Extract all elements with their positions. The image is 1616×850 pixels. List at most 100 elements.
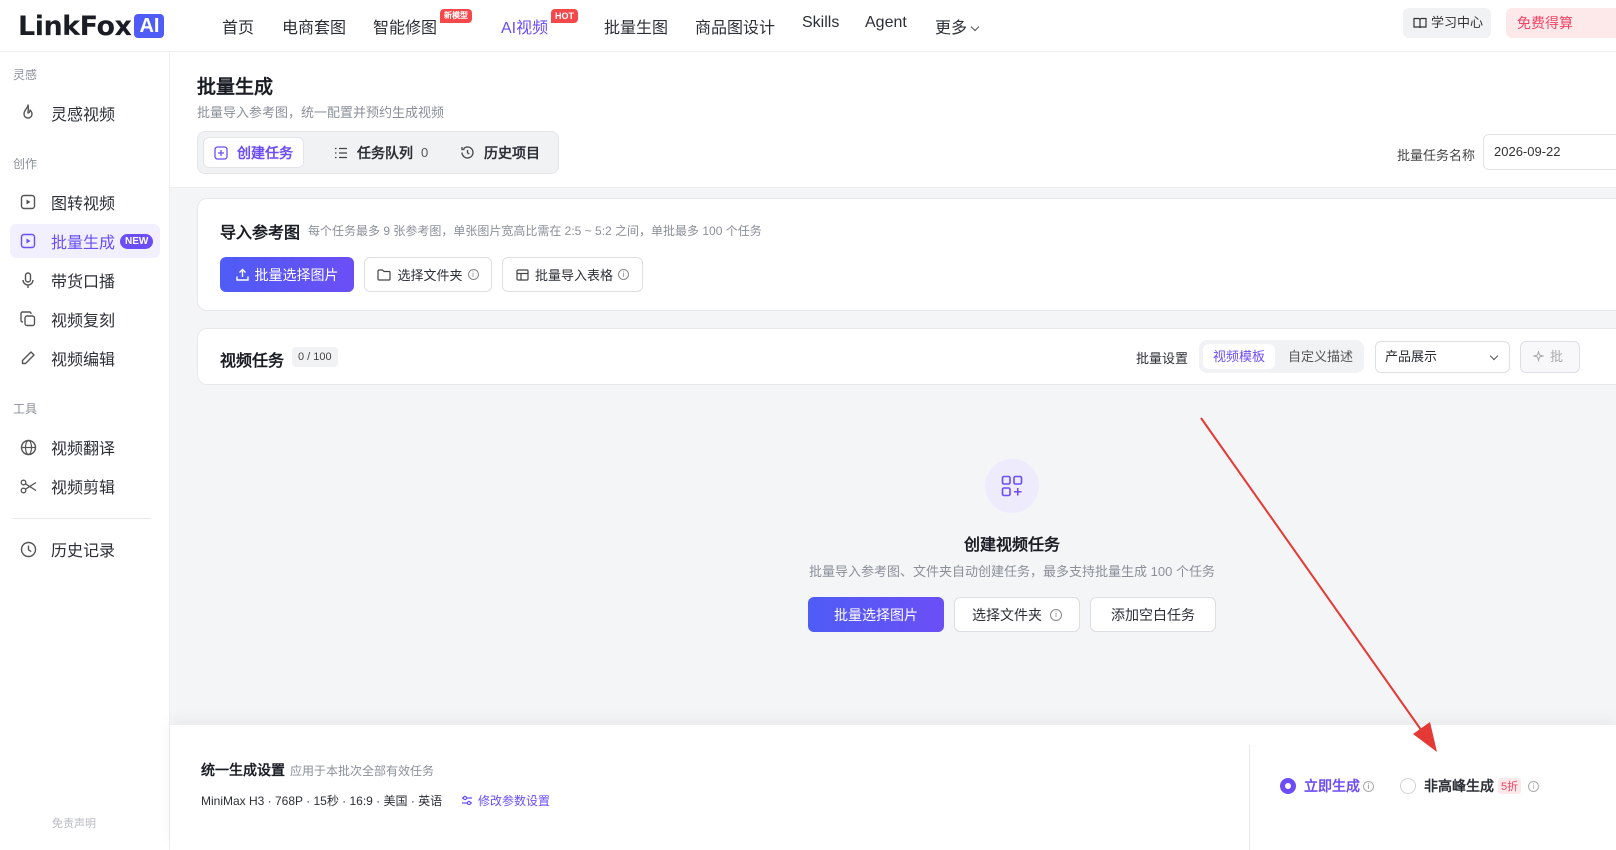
sliders-icon bbox=[461, 795, 473, 806]
logo[interactable]: LinkFox AI bbox=[18, 9, 165, 43]
history-icon bbox=[460, 145, 475, 160]
sidebar-item-video-cut[interactable]: 视频剪辑 bbox=[10, 469, 160, 503]
generation-params: MiniMax H3 · 768P · 15秒 · 16:9 · 美国 · 英语 bbox=[201, 794, 443, 808]
import-title: 导入参考图 bbox=[220, 225, 301, 242]
nav-skills[interactable]: Skills bbox=[802, 14, 839, 32]
modify-params-label: 修改参数设置 bbox=[478, 794, 551, 808]
batch-select-images-button[interactable]: 批量选择图片 bbox=[220, 257, 354, 292]
tab-label: 历史项目 bbox=[484, 144, 540, 161]
sidebar-item-label: 视频编辑 bbox=[51, 352, 116, 369]
list-icon bbox=[334, 147, 348, 159]
sidebar-item-live-selling[interactable]: 带货口播 bbox=[10, 263, 160, 297]
info-icon: i bbox=[467, 269, 479, 280]
tab-label: 任务队列 bbox=[357, 144, 413, 161]
info-icon: i bbox=[618, 269, 629, 280]
sidebar-item-label: 视频复刻 bbox=[51, 313, 116, 330]
add-blank-task-button[interactable]: 添加空白任务 bbox=[1090, 597, 1216, 632]
nav-more[interactable]: 更多 bbox=[935, 14, 980, 38]
nav-batch-images[interactable]: 批量生图 bbox=[604, 14, 668, 38]
hot-tag: HOT bbox=[551, 9, 578, 23]
nav-ecommerce-sets[interactable]: 电商套图 bbox=[282, 14, 346, 38]
sidebar-item-label: 视频剪辑 bbox=[51, 480, 116, 497]
disclaimer-link[interactable]: 免责声明 bbox=[52, 815, 96, 831]
learn-center-label: 学习中心 bbox=[1431, 15, 1484, 30]
unified-settings-bar: 统一生成设置 应用于本批次全部有效任务 MiniMax H3 · 768P · … bbox=[170, 724, 1616, 850]
tab-task-queue[interactable]: 任务队列 0 bbox=[324, 137, 438, 168]
select-folder-button[interactable]: 选择文件夹 i bbox=[364, 257, 492, 292]
sidebar-item-label: 批量生成 bbox=[51, 235, 116, 252]
ai-batch-button[interactable]: 批 bbox=[1520, 341, 1580, 373]
sidebar-divider bbox=[13, 518, 151, 519]
info-icon: i bbox=[1528, 780, 1540, 792]
chevron-down-icon bbox=[1489, 351, 1499, 361]
import-reference-card: 导入参考图 每个任务最多 9 张参考图，单张图片宽高比需在 2:5 ~ 5:2 … bbox=[197, 198, 1616, 311]
template-select-value: 产品展示 bbox=[1385, 349, 1438, 364]
copy-icon bbox=[18, 309, 38, 329]
table-icon bbox=[516, 268, 529, 281]
radio-label: 非高峰生成 bbox=[1424, 778, 1494, 794]
video-tasks-card: 视频任务 0 / 100 批量设置 视频模板 自定义描述 产品展示 批 bbox=[197, 328, 1616, 385]
radio-dot bbox=[1400, 778, 1416, 794]
scissors-icon bbox=[18, 476, 38, 496]
free-credits-button[interactable]: 免费得算 bbox=[1506, 8, 1616, 38]
pencil-icon bbox=[18, 348, 38, 368]
sidebar-item-video-replicate[interactable]: 视频复刻 bbox=[10, 302, 160, 336]
tab-bar: 创建任务 任务队列 0 历史项目 bbox=[197, 131, 559, 174]
sparkle-icon bbox=[1532, 343, 1545, 373]
new-model-tag: 新模型 bbox=[440, 9, 472, 23]
modify-params-link[interactable]: 修改参数设置 bbox=[461, 792, 550, 809]
info-icon: i bbox=[1363, 780, 1374, 792]
bottom-divider bbox=[1249, 745, 1250, 850]
sidebar-item-label: 带货口播 bbox=[51, 274, 116, 291]
free-credits-label: 免费得算 bbox=[1517, 15, 1573, 31]
settings-mode-segment: 视频模板 自定义描述 bbox=[1199, 340, 1364, 373]
segment-video-template[interactable]: 视频模板 bbox=[1203, 344, 1276, 369]
folder-icon bbox=[377, 268, 392, 281]
sidebar-item-inspiration-video[interactable]: 灵感视频 bbox=[10, 96, 160, 130]
import-table-button[interactable]: 批量导入表格 i bbox=[502, 257, 643, 292]
button-label: 选择文件夹 bbox=[972, 606, 1042, 623]
tab-create-task[interactable]: 创建任务 bbox=[203, 137, 304, 168]
learn-center-button[interactable]: 学习中心 bbox=[1403, 8, 1491, 38]
tab-label: 创建任务 bbox=[237, 144, 293, 161]
button-label: 添加空白任务 bbox=[1111, 606, 1195, 623]
radio-dot bbox=[1280, 778, 1296, 794]
unified-settings-title: 统一生成设置 bbox=[201, 762, 285, 778]
video-tasks-title: 视频任务 bbox=[220, 353, 285, 370]
task-queue-count: 0 bbox=[421, 145, 429, 160]
chevron-down-icon bbox=[970, 22, 980, 32]
sidebar-item-batch-generate[interactable]: 批量生成 NEW bbox=[10, 224, 160, 258]
segment-custom-description[interactable]: 自定义描述 bbox=[1278, 344, 1363, 369]
sidebar-item-image-to-video[interactable]: 图转视频 bbox=[10, 185, 160, 219]
ai-batch-label: 批 bbox=[1550, 349, 1564, 364]
button-label: 选择文件夹 bbox=[397, 268, 463, 283]
logo-badge: AI bbox=[134, 14, 165, 38]
sidebar-item-video-translate[interactable]: 视频翻译 bbox=[10, 430, 160, 464]
nav-product-design[interactable]: 商品图设计 bbox=[695, 14, 775, 38]
sidebar: 灵感 灵感视频 创作 图转视频 批量生成 NEW 带货口播 视频复刻 视频编辑 … bbox=[0, 52, 170, 850]
book-icon bbox=[1413, 10, 1427, 40]
radio-offpeak-generate[interactable]: 非高峰生成 5折 i bbox=[1400, 776, 1540, 796]
batch-name-input[interactable]: 2026-09-22 bbox=[1483, 134, 1616, 170]
microphone-icon bbox=[18, 270, 38, 290]
nav-ai-video[interactable]: AI视频 bbox=[501, 14, 548, 38]
nav-smart-retouch[interactable]: 智能修图 bbox=[373, 14, 437, 38]
button-label: 批量选择图片 bbox=[834, 606, 918, 623]
empty-select-folder-button[interactable]: 选择文件夹 i bbox=[954, 597, 1080, 632]
radio-label: 立即生成 bbox=[1304, 778, 1360, 794]
button-label: 批量导入表格 bbox=[534, 268, 613, 283]
batch-settings-label: 批量设置 bbox=[1136, 351, 1189, 366]
play-square-icon bbox=[18, 231, 38, 251]
empty-batch-select-images-button[interactable]: 批量选择图片 bbox=[808, 597, 944, 632]
nav-more-label: 更多 bbox=[935, 20, 968, 37]
batch-name-label: 批量任务名称 bbox=[1397, 148, 1476, 163]
logo-text: LinkFox bbox=[18, 10, 132, 42]
sidebar-group-inspiration: 灵感 bbox=[13, 68, 38, 82]
nav-home[interactable]: 首页 bbox=[222, 14, 254, 38]
nav-agent[interactable]: Agent bbox=[865, 14, 907, 32]
template-select[interactable]: 产品展示 bbox=[1375, 341, 1510, 373]
tab-history-projects[interactable]: 历史项目 bbox=[450, 137, 550, 168]
radio-generate-now[interactable]: 立即生成 i bbox=[1280, 776, 1374, 796]
flame-icon bbox=[18, 103, 38, 123]
sidebar-item-video-edit[interactable]: 视频编辑 bbox=[10, 341, 160, 375]
